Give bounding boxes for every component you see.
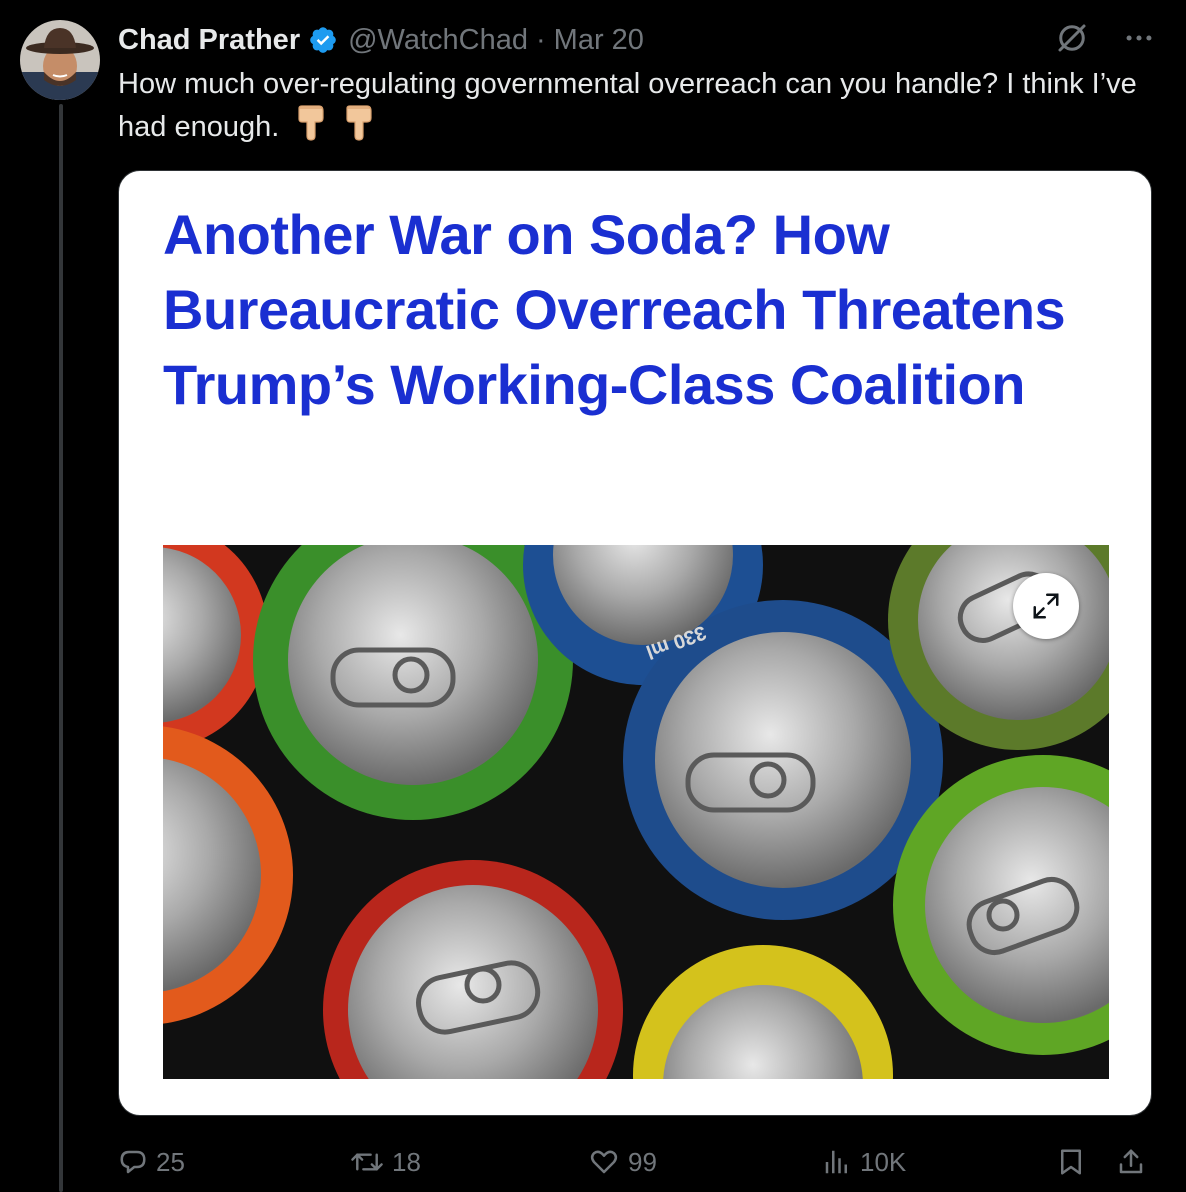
- soda-cans-photo[interactable]: 330 ml: [163, 545, 1109, 1079]
- tweet-top-icons: [1054, 22, 1156, 58]
- author-name[interactable]: Chad Prather: [118, 24, 300, 57]
- avatar[interactable]: [20, 20, 100, 100]
- bookmark-button[interactable]: [1056, 1140, 1086, 1184]
- action-bar: 25 18 99 10K: [118, 1140, 1156, 1184]
- share-button[interactable]: [1116, 1140, 1146, 1184]
- tweet-text: How much over-regulating governmental ov…: [118, 64, 1158, 153]
- thread-line: [59, 104, 63, 1192]
- repost-icon: [350, 1147, 384, 1177]
- tweet-header: Chad Prather @WatchChad · Mar 20: [118, 22, 644, 58]
- expand-icon[interactable]: [1013, 573, 1079, 639]
- more-icon[interactable]: [1122, 21, 1156, 60]
- views-icon: [822, 1147, 852, 1177]
- like-count: 99: [628, 1146, 657, 1177]
- grok-icon[interactable]: [1054, 20, 1090, 61]
- tweet-body: How much over-regulating governmental ov…: [118, 68, 1137, 143]
- repost-button[interactable]: 18: [350, 1140, 421, 1184]
- share-icon: [1116, 1146, 1146, 1178]
- pointing-down-emoji-icon: [341, 104, 375, 153]
- repost-count: 18: [392, 1146, 421, 1177]
- media-card[interactable]: Another War on Soda? How Bureaucratic Ov…: [118, 170, 1152, 1116]
- pointing-down-emoji-icon: [293, 104, 327, 153]
- author-handle[interactable]: @WatchChad: [348, 24, 528, 57]
- separator-dot: ·: [536, 23, 546, 56]
- reply-count: 25: [156, 1146, 185, 1177]
- card-headline: Another War on Soda? How Bureaucratic Ov…: [163, 203, 1066, 416]
- view-count: 10K: [860, 1146, 907, 1177]
- verified-badge-icon[interactable]: [308, 25, 338, 55]
- views-button[interactable]: 10K: [822, 1140, 906, 1184]
- reply-icon: [118, 1147, 148, 1177]
- like-button[interactable]: 99: [588, 1140, 657, 1184]
- bookmark-icon: [1056, 1146, 1086, 1178]
- heart-icon: [588, 1147, 620, 1177]
- reply-button[interactable]: 25: [118, 1140, 185, 1184]
- tweet-date[interactable]: Mar 20: [554, 24, 644, 57]
